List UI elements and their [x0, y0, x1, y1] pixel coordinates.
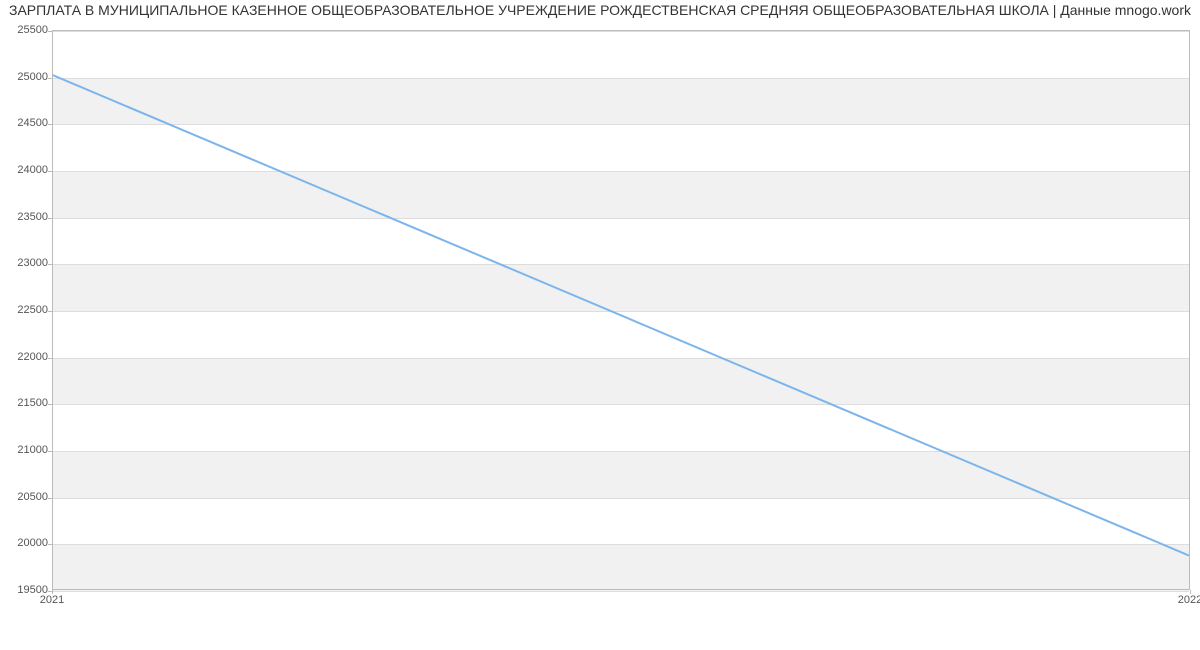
grid-line	[52, 591, 1189, 592]
y-axis-line	[52, 30, 53, 590]
x-tick-label: 2021	[40, 594, 64, 606]
y-tick-label: 23500	[4, 211, 48, 223]
y-tick-label: 22000	[4, 351, 48, 363]
x-axis-line	[52, 589, 1190, 590]
chart-container: ЗАРПЛАТА В МУНИЦИПАЛЬНОЕ КАЗЕННОЕ ОБЩЕОБ…	[0, 0, 1200, 620]
y-tick-label: 25000	[4, 71, 48, 83]
line-series	[52, 31, 1189, 590]
y-tick-label: 22500	[4, 304, 48, 316]
y-tick-label: 24000	[4, 164, 48, 176]
y-tick-label: 20500	[4, 491, 48, 503]
chart-title: ЗАРПЛАТА В МУНИЦИПАЛЬНОЕ КАЗЕННОЕ ОБЩЕОБ…	[0, 2, 1200, 18]
series-line	[52, 75, 1189, 556]
y-tick-label: 25500	[4, 24, 48, 36]
y-tick-label: 23000	[4, 257, 48, 269]
y-tick-label: 21500	[4, 397, 48, 409]
x-tick-label: 2022	[1178, 594, 1200, 606]
y-tick-label: 20000	[4, 537, 48, 549]
plot-area	[52, 30, 1190, 590]
y-tick-label: 24500	[4, 117, 48, 129]
y-tick-label: 21000	[4, 444, 48, 456]
